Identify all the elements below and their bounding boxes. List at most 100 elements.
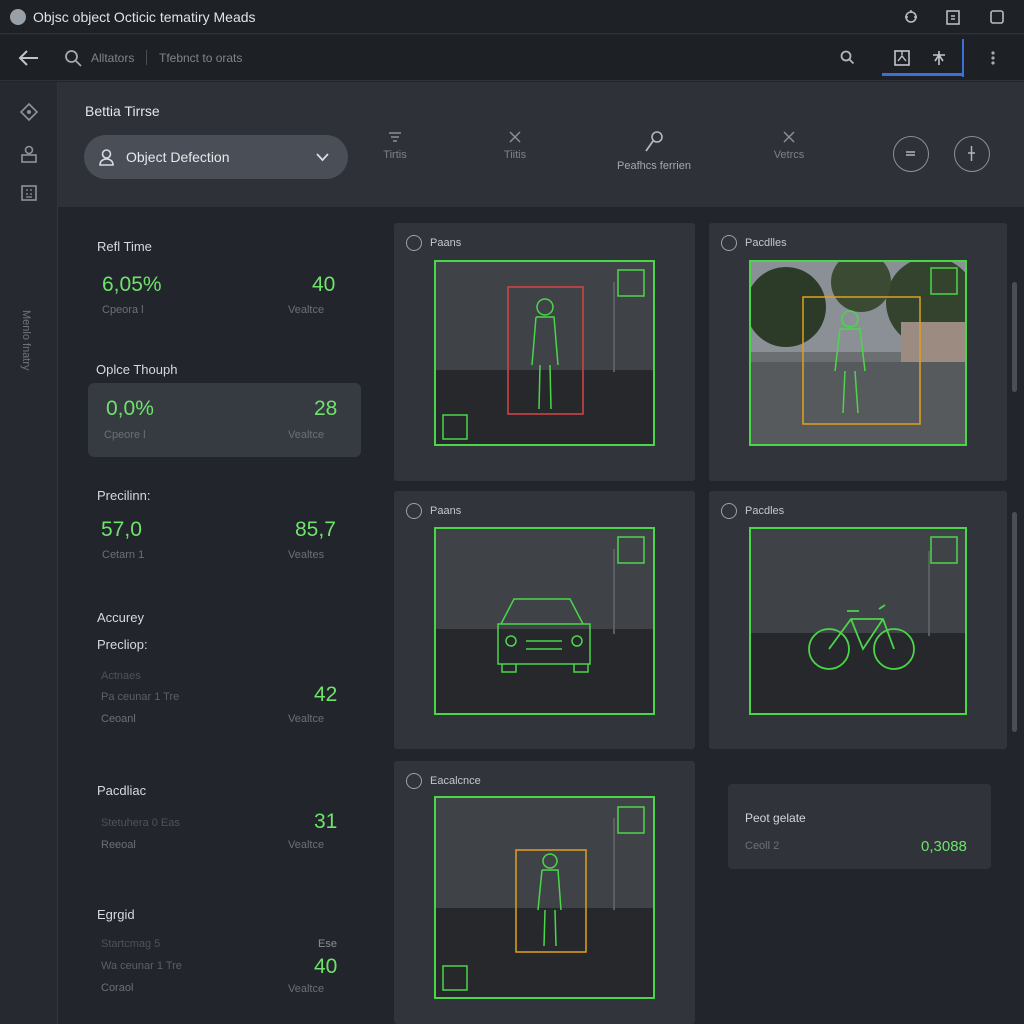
metric-label: Precliop: <box>97 637 148 652</box>
image-frame-icon[interactable] <box>893 49 911 67</box>
check-circle-icon[interactable] <box>406 503 422 519</box>
back-arrow-icon[interactable] <box>18 49 40 67</box>
score-sub: Ceoll 2 <box>745 840 780 852</box>
adjust-button[interactable] <box>954 136 990 172</box>
clipboard-icon[interactable] <box>944 8 962 26</box>
detection-image <box>434 260 655 446</box>
metric-sub: Startcmag 5 <box>101 938 161 950</box>
metric-sub: Vealtce <box>288 429 325 441</box>
collapse-button[interactable] <box>893 136 929 172</box>
panel-title: Paans <box>430 505 462 517</box>
chevron-down-icon <box>316 153 329 162</box>
model-dropdown[interactable]: Object Defection <box>84 135 348 179</box>
metric-value: 0,0% <box>106 397 154 420</box>
scene-image <box>436 529 653 713</box>
detection-panel[interactable]: Paans <box>394 491 695 749</box>
detection-panel[interactable]: Paans <box>394 223 695 481</box>
metric-sub: Stetuhera 0 Eas <box>101 817 180 829</box>
detection-panel[interactable]: Pacdlles <box>709 223 1007 481</box>
window-title: Objsc object Octicic tematiry Meads <box>33 9 256 25</box>
detection-image <box>749 527 967 715</box>
metric-card-selected[interactable]: 0,0% 28 Cpeore l Vealtce <box>88 383 361 457</box>
bug-icon[interactable] <box>902 8 920 26</box>
minus-lines-icon <box>906 151 915 156</box>
metric-sub: Coraol <box>101 982 134 994</box>
metric-sub: Cpeore l <box>104 429 146 441</box>
metric-sub: Vealtce <box>288 983 325 995</box>
scrollbar[interactable] <box>1012 512 1017 732</box>
header-panel: Bettia Tirrse Object Defection Tirtis Ti… <box>58 82 1024 207</box>
search-icon[interactable] <box>840 50 855 65</box>
panel-title: Paans <box>430 237 462 249</box>
metric-sub: Vealtes <box>288 549 325 561</box>
user-nav-icon[interactable] <box>19 144 39 164</box>
search-icon[interactable] <box>64 49 82 67</box>
panel-title: Pacdlles <box>745 237 787 249</box>
metric-label: Oplce Thouph <box>96 362 178 377</box>
tool-close-a[interactable]: Tiitis <box>480 129 550 161</box>
check-circle-icon[interactable] <box>406 235 422 251</box>
dropdown-label: Object Defection <box>126 149 230 165</box>
metrics-panel: Refl Time 6,05% 40 Cpeora l Vealtce Oplc… <box>58 207 376 1024</box>
breadcrumb-item[interactable]: Tfebnct to orats <box>159 51 242 65</box>
metric-value: 40 <box>312 273 336 296</box>
metric-value: 31 <box>314 810 338 833</box>
metric-sub: Reeoal <box>101 839 136 851</box>
scene-image <box>751 262 965 444</box>
check-circle-icon[interactable] <box>721 503 737 519</box>
metric-label: Precilinn: <box>97 488 151 503</box>
metric-sub: Actnaes <box>101 670 141 682</box>
detection-panel[interactable]: Pacdles <box>709 491 1007 749</box>
toolbar-divider <box>962 39 964 77</box>
metric-sub: Vealtce <box>288 713 325 725</box>
panel-title: Pacdles <box>745 505 785 517</box>
metric-label: Accurey <box>97 610 144 625</box>
scene-image <box>436 798 653 997</box>
metric-value: 40 <box>314 955 338 978</box>
window-restore-icon[interactable] <box>988 8 1006 26</box>
check-circle-icon[interactable] <box>406 773 422 789</box>
section-title: Bettia Tirrse <box>85 103 160 119</box>
panel-title: Eacalcnce <box>430 775 481 787</box>
metric-sub: Vealtce <box>288 839 325 851</box>
metric-label: Pacdliac <box>97 783 147 798</box>
tool-label: Tirtis <box>383 149 407 161</box>
link-icon <box>645 131 663 152</box>
scrollbar[interactable] <box>1012 282 1017 392</box>
metric-sub: Pa ceunar 1 Tre <box>101 691 180 703</box>
metric-label: Refl Time <box>97 239 152 254</box>
metric-sub: Wa ceunar 1 Tre <box>101 960 182 972</box>
metric-label: Egrgid <box>97 907 135 922</box>
metric-value: 28 <box>314 397 338 420</box>
scene-image <box>436 262 653 444</box>
breadcrumb-item[interactable]: Alltators <box>91 51 134 65</box>
tool-filter[interactable]: Tirtis <box>360 129 430 161</box>
grid-nav-icon[interactable] <box>20 184 38 202</box>
detection-image <box>434 796 655 999</box>
score-value: 0,3088 <box>921 838 967 855</box>
toolbar: Alltators Tfebnct to orats <box>0 35 1024 81</box>
metric-value: 42 <box>314 683 338 706</box>
metric-sub: Ceoanl <box>101 713 136 725</box>
check-circle-icon[interactable] <box>721 235 737 251</box>
tool-close-b[interactable]: Vetrcs <box>754 129 824 161</box>
metric-value: 6,05% <box>102 273 162 296</box>
detection-image <box>749 260 967 446</box>
pin-icon[interactable] <box>931 49 947 67</box>
tool-link[interactable]: Peafhcs ferrien <box>609 130 699 172</box>
close-icon <box>509 131 521 143</box>
filter-icon <box>389 132 401 142</box>
metric-sub: Vealtce <box>288 304 325 316</box>
user-icon <box>99 149 114 166</box>
slider-icon <box>968 146 975 161</box>
detection-panel[interactable]: Eacalcnce <box>394 761 695 1024</box>
scene-image <box>751 529 965 713</box>
metric-sub: Cpeora l <box>102 304 144 316</box>
sidebar-vertical-label: Menlo fnatry <box>20 310 32 371</box>
diamond-nav-icon[interactable] <box>19 102 39 122</box>
tool-label: Tiitis <box>503 149 527 161</box>
detection-grid: Paans Pacdlles Paans Pacdles Eacalcnce P… <box>376 207 1024 1024</box>
score-label: Peot gelate <box>745 811 806 825</box>
tool-label: Peafhcs ferrien <box>617 160 691 172</box>
more-vertical-icon[interactable] <box>990 50 996 66</box>
